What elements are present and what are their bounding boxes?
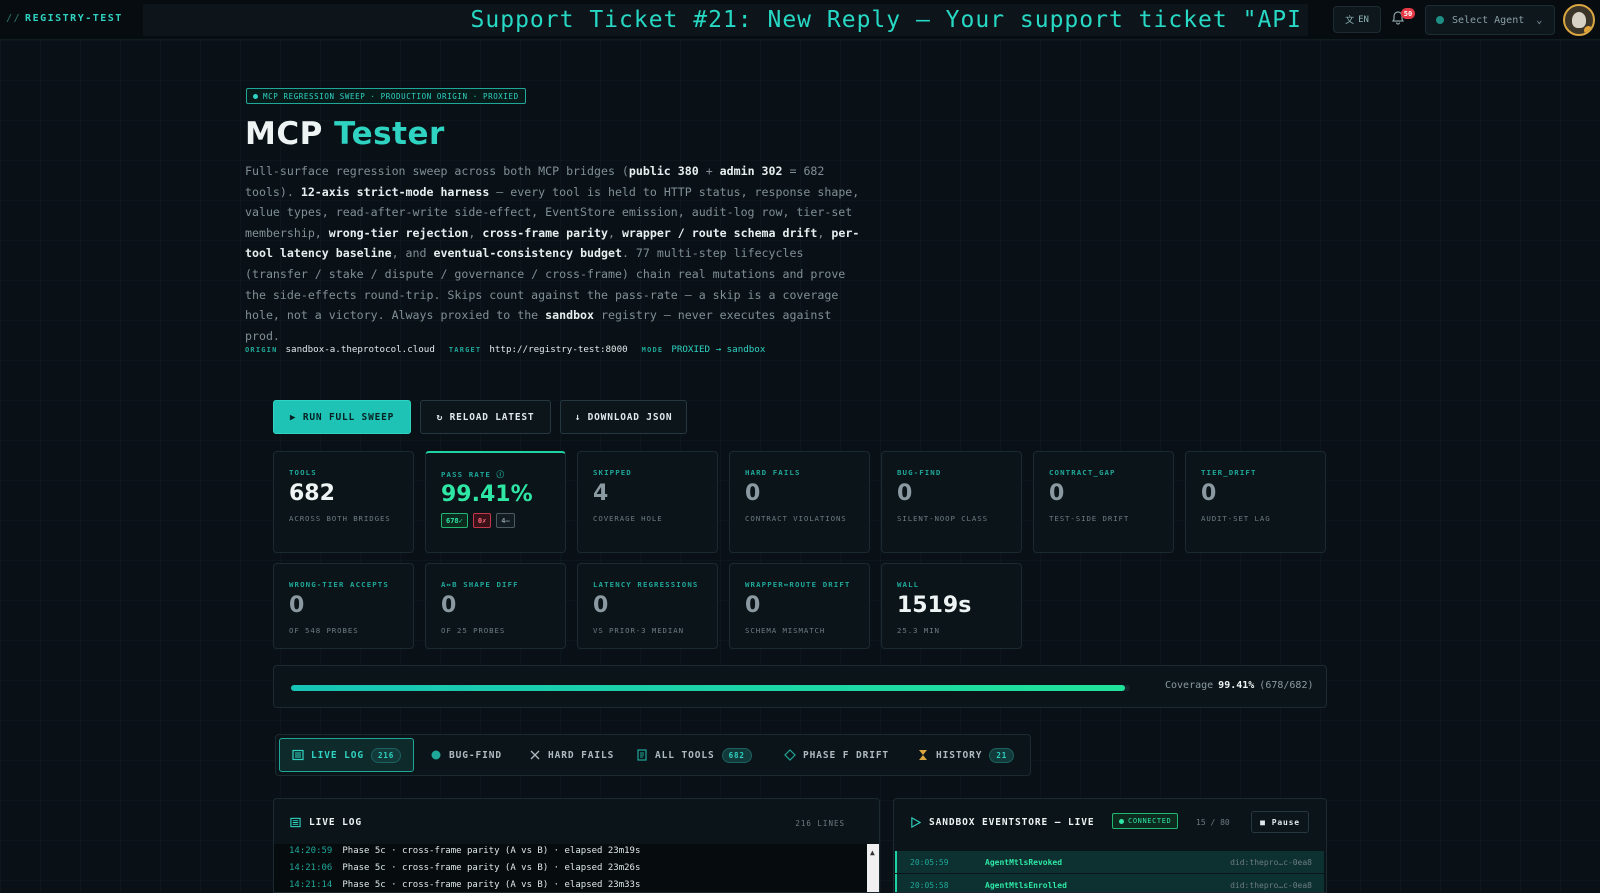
eventstore-panel: SANDBOX EVENTSTORE — LIVE CONNECTED 15 /… bbox=[893, 798, 1327, 893]
tab-bug-find[interactable]: BUG-FIND bbox=[418, 738, 514, 772]
stat-card-tier-drift: TIER_DRIFT 0 AUDIT-SET LAG bbox=[1185, 451, 1326, 553]
coverage-track bbox=[291, 685, 1130, 691]
live-log-title: LIVE LOG bbox=[290, 817, 362, 828]
sweep-tagline: MCP REGRESSION SWEEP · PRODUCTION ORIGIN… bbox=[246, 88, 526, 104]
agent-select[interactable]: Select Agent ⌄ bbox=[1425, 5, 1555, 35]
document-icon bbox=[637, 749, 647, 761]
list-icon bbox=[290, 817, 301, 828]
log-line-count: 216 LINES bbox=[795, 819, 845, 828]
stat-card-wrapper-drift: WRAPPER↔ROUTE DRIFT 0 SCHEMA MISMATCH bbox=[729, 563, 870, 649]
top-bar: //REGISTRY-TEST Support Ticket #21: New … bbox=[0, 0, 1600, 40]
list-icon bbox=[292, 749, 304, 761]
skip-count-badge: 4– bbox=[496, 513, 515, 528]
pause-button[interactable]: ■ Pause bbox=[1251, 811, 1309, 833]
stat-card-pass-rate: PASS RATE ⓘ 99.41% 678✓ 0✗ 4– bbox=[425, 451, 566, 553]
stat-card-hard-fails: HARD FAILS 0 CONTRACT VIOLATIONS bbox=[729, 451, 870, 553]
origin-value: sandbox-a.theprotocol.cloud bbox=[285, 344, 435, 355]
page-title: MCP Tester bbox=[245, 116, 445, 152]
diamond-icon bbox=[784, 749, 796, 761]
coverage-fill bbox=[291, 685, 1126, 691]
stat-card-contract-gap: CONTRACT_GAP 0 TEST-SIDE DRIFT bbox=[1033, 451, 1174, 553]
notification-ticker[interactable]: Support Ticket #21: New Reply — Your sup… bbox=[143, 4, 1308, 36]
eventstore-title: SANDBOX EVENTSTORE — LIVE bbox=[910, 817, 1095, 828]
event-row[interactable]: 20:05:58 AgentMtlsEnrolled did:thepro…c-0e… bbox=[895, 874, 1324, 892]
tab-all-tools[interactable]: ALL TOOLS 682 bbox=[624, 738, 764, 772]
notification-count-badge: 50 bbox=[1401, 8, 1415, 19]
tab-hard-fails[interactable]: HARD FAILS bbox=[517, 738, 626, 772]
bug-icon bbox=[431, 750, 441, 760]
event-count: 15 / 80 bbox=[1196, 818, 1230, 827]
hourglass-icon bbox=[919, 750, 927, 760]
stat-card-bug-find: BUG-FIND 0 SILENT-NOOP CLASS bbox=[881, 451, 1022, 553]
page-description: Full-surface regression sweep across bot… bbox=[245, 164, 860, 343]
stat-card-tools: TOOLS 682 ACROSS BOTH BRIDGES bbox=[273, 451, 414, 553]
event-row[interactable]: 20:05:59 AgentMtlsRevoked did:thepro…c-0ea… bbox=[895, 851, 1324, 873]
broadcast-icon bbox=[911, 817, 921, 828]
tab-history[interactable]: HISTORY 21 bbox=[905, 738, 1026, 772]
avatar-status-dot bbox=[1584, 26, 1593, 34]
stat-card-shape-diff: A↔B SHAPE DIFF 0 OF 25 PROBES bbox=[425, 563, 566, 649]
download-json-button[interactable]: ↓ DOWNLOAD JSON bbox=[560, 400, 687, 434]
brand[interactable]: //REGISTRY-TEST bbox=[6, 13, 123, 24]
close-icon bbox=[530, 750, 540, 760]
reload-latest-button[interactable]: ↻ RELOAD LATEST bbox=[420, 400, 551, 434]
language-button[interactable]: ⽂ EN bbox=[1333, 6, 1381, 33]
stat-card-skipped: SKIPPED 4 COVERAGE HOLE bbox=[577, 451, 718, 553]
tab-live-log[interactable]: LIVE LOG 216 bbox=[279, 738, 415, 772]
mode-value: PROXIED → sandbox bbox=[671, 344, 766, 355]
stat-card-wrong-tier: WRONG-TIER ACCEPTS 0 OF 548 PROBES bbox=[273, 563, 414, 649]
stat-card-latency: LATENCY REGRESSIONS 0 VS PRIOR-3 MEDIAN bbox=[577, 563, 718, 649]
log-line: 14:21:06 Phase 5c · cross-frame parity (A… bbox=[289, 863, 641, 873]
log-scrollbar[interactable]: ▲ bbox=[867, 844, 879, 892]
log-line: 14:21:14 Phase 5c · cross-frame parity (A… bbox=[289, 880, 641, 890]
stat-card-wall: WALL 1519s 25.3 MIN bbox=[881, 563, 1022, 649]
chevron-up-icon: ▲ bbox=[870, 848, 875, 857]
tab-phase-f-drift[interactable]: PHASE F DRIFT bbox=[772, 738, 901, 772]
log-line: 14:20:59 Phase 5c · cross-frame parity (A… bbox=[289, 846, 641, 856]
chevron-down-icon: ⌄ bbox=[1536, 14, 1543, 26]
tab-bar: LIVE LOG 216 BUG-FIND HARD FAILS ALL TOOL… bbox=[275, 734, 1031, 776]
run-full-sweep-button[interactable]: ▶ RUN FULL SWEEP bbox=[273, 400, 411, 434]
log-output[interactable]: 14:20:59 Phase 5c · cross-frame parity (A… bbox=[274, 844, 879, 892]
coverage-bar: Coverage 99.41% (678/682) bbox=[273, 665, 1327, 708]
pass-count-badge: 678✓ bbox=[441, 513, 468, 528]
live-log-panel: LIVE LOG 216 LINES 14:20:59 Phase 5c · cr… bbox=[273, 798, 880, 893]
skull-icon bbox=[1572, 12, 1586, 28]
target-value: http://registry-test:8000 bbox=[489, 344, 628, 355]
agent-status-icon bbox=[1436, 16, 1444, 24]
fail-count-badge: 0✗ bbox=[472, 513, 492, 528]
connection-status-badge: CONNECTED bbox=[1112, 813, 1179, 829]
pause-icon: ■ bbox=[1260, 817, 1266, 827]
translate-icon: ⽂ bbox=[1345, 16, 1355, 26]
avatar[interactable] bbox=[1563, 4, 1595, 36]
coverage-text: Coverage 99.41% (678/682) bbox=[1165, 680, 1314, 691]
connection-meta: ORIGIN sandbox-a.theprotocol.cloud TARGET… bbox=[245, 344, 766, 355]
